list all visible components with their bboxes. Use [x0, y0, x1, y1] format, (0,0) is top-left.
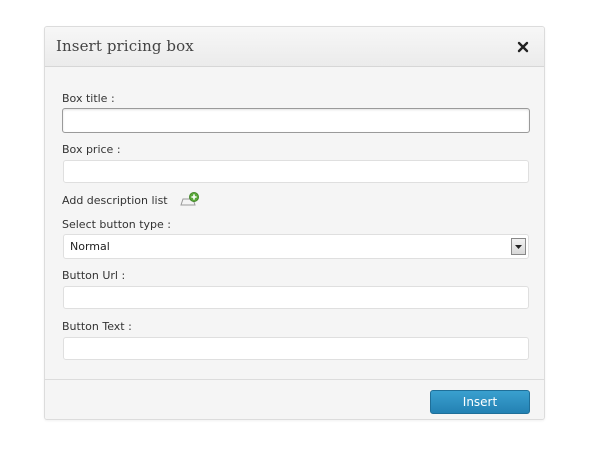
add-list-icon[interactable] — [180, 191, 200, 207]
box-price-input[interactable] — [63, 160, 529, 183]
chevron-down-icon[interactable] — [511, 238, 526, 255]
insert-pricing-box-dialog: Insert pricing box Box title : Box price… — [44, 26, 545, 420]
button-type-selected-value: Normal — [70, 240, 110, 253]
dialog-body: Box title : Box price : Add description … — [45, 67, 544, 379]
close-icon[interactable] — [516, 39, 530, 53]
box-title-input[interactable] — [62, 108, 530, 133]
dialog-footer: Insert — [45, 379, 544, 419]
button-url-label: Button Url : — [62, 269, 126, 282]
button-text-input[interactable] — [63, 337, 529, 360]
insert-button[interactable]: Insert — [430, 390, 530, 414]
dialog-header: Insert pricing box — [45, 27, 544, 67]
button-type-select[interactable]: Normal — [63, 234, 529, 259]
box-price-label: Box price : — [62, 143, 121, 156]
button-url-input[interactable] — [63, 286, 529, 309]
add-description-label: Add description list — [62, 194, 168, 207]
box-title-label: Box title : — [62, 92, 115, 105]
button-text-label: Button Text : — [62, 320, 132, 333]
button-type-label: Select button type : — [62, 218, 171, 231]
dialog-title: Insert pricing box — [56, 37, 194, 55]
